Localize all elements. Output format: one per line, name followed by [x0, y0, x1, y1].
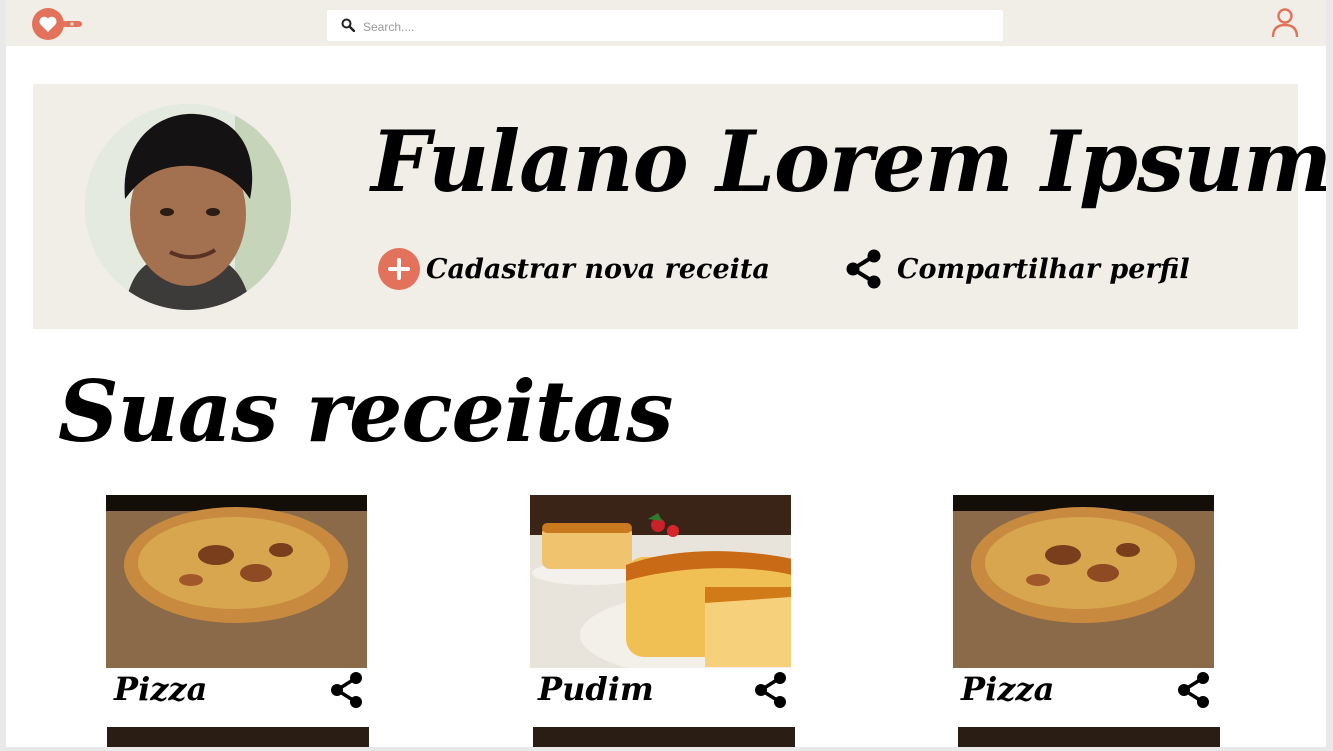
search-input[interactable]	[361, 14, 965, 39]
pizza-photo	[953, 495, 1214, 668]
recipe-title[interactable]: Pizza	[961, 669, 1054, 709]
search-bar	[327, 10, 1003, 41]
recipe-card-partial[interactable]	[107, 727, 369, 747]
avatar-photo	[85, 104, 291, 310]
profile-header: Fulano Lorem Ipsum Cadastrar nova receit…	[33, 84, 1326, 329]
share-icon[interactable]	[1177, 672, 1211, 708]
recipe-title[interactable]: Pudim	[538, 669, 654, 709]
new-recipe-button[interactable]: Cadastrar nova receita	[378, 247, 770, 291]
profile-name: Fulano Lorem Ipsum	[371, 112, 1326, 211]
new-recipe-label: Cadastrar nova receita	[426, 253, 770, 285]
pudim-photo	[530, 495, 791, 668]
plus-circle-icon	[378, 248, 420, 290]
recipe-card-partial[interactable]	[533, 727, 795, 747]
recipe-card[interactable]: Pudim	[530, 495, 792, 725]
top-bar	[6, 0, 1326, 46]
share-profile-label: Compartilhar perfil	[897, 253, 1190, 285]
share-profile-button[interactable]: Compartilhar perfil	[845, 247, 1190, 291]
recipe-title[interactable]: Pizza	[114, 669, 207, 709]
recipe-card[interactable]: Pizza	[953, 495, 1215, 725]
heart-pan-logo-icon[interactable]	[32, 6, 84, 42]
share-icon[interactable]	[330, 672, 364, 708]
user-icon[interactable]	[1270, 7, 1300, 39]
page: Fulano Lorem Ipsum Cadastrar nova receit…	[6, 0, 1326, 747]
share-icon[interactable]	[754, 672, 788, 708]
recipes-heading: Suas receitas	[58, 362, 673, 461]
search-icon	[341, 18, 355, 32]
recipe-card[interactable]: Pizza	[106, 495, 368, 725]
share-icon	[846, 249, 881, 289]
recipe-card-partial[interactable]	[958, 727, 1220, 747]
avatar	[85, 104, 291, 310]
pizza-photo	[106, 495, 367, 668]
